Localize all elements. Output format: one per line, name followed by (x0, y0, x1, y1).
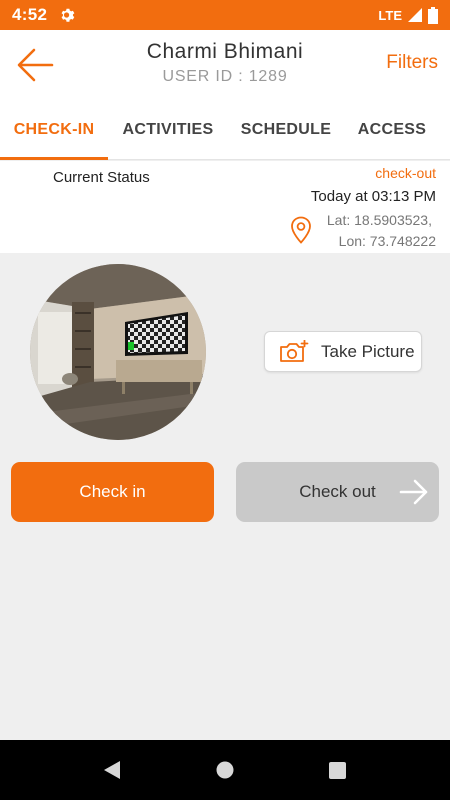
current-status-label: Current Status (53, 169, 150, 186)
tab-schedule[interactable]: SCHEDULE (228, 100, 344, 160)
status-time: Today at 03:13 PM (310, 188, 436, 205)
take-picture-button[interactable]: Take Picture (264, 331, 422, 372)
tab-activities[interactable]: ACTIVITIES (108, 100, 228, 160)
longitude-text: Lon: 73.748222 (338, 233, 436, 249)
check-out-label: Check out (299, 482, 376, 501)
nav-home-icon[interactable] (216, 761, 234, 779)
location-pin-icon (291, 216, 311, 244)
add-photo-camera-icon (280, 339, 309, 362)
app-bar: Charmi Bhimani USER ID : 1289 Filters (0, 30, 450, 100)
battery-icon (428, 6, 438, 24)
filters-button[interactable]: Filters (386, 52, 438, 74)
user-id: USER ID : 1289 (162, 68, 288, 85)
user-name: Charmi Bhimani (146, 40, 304, 63)
current-status-card: Current Status check-out Today at 03:13 … (0, 161, 450, 253)
network-label: LTE (378, 7, 402, 23)
arrow-right-icon (399, 479, 428, 505)
system-nav-bar (0, 740, 450, 800)
gear-icon (61, 8, 75, 22)
status-indicators: LTE (378, 6, 438, 24)
tab-bar: CHECK-IN ACTIVITIES SCHEDULE ACCESS (0, 100, 450, 160)
check-out-button[interactable]: Check out (236, 462, 439, 522)
tab-access[interactable]: ACCESS (344, 100, 440, 160)
check-in-button[interactable]: Check in (11, 462, 214, 522)
checkin-photo (30, 264, 206, 440)
take-picture-label: Take Picture (321, 341, 415, 361)
tab-check-in[interactable]: CHECK-IN (0, 100, 108, 160)
status-bar: 4:52 LTE (0, 0, 450, 30)
nav-back-icon[interactable] (102, 760, 122, 780)
latitude-text: Lat: 18.5903523, (326, 212, 432, 228)
signal-icon (408, 8, 422, 22)
room-photo-image (30, 264, 206, 440)
active-tab-indicator (0, 157, 108, 160)
status-value: check-out (375, 165, 436, 181)
status-time: 4:52 (12, 5, 48, 24)
nav-recents-icon[interactable] (329, 762, 346, 779)
